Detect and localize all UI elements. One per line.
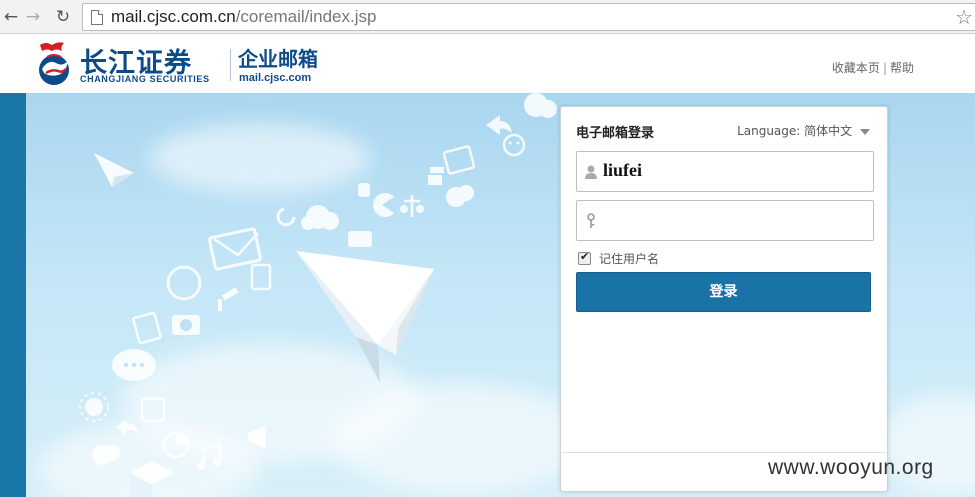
login-title: 电子邮箱登录 (576, 126, 655, 141)
watermark: www.wooyun.org (768, 456, 934, 479)
magnet-icon (276, 207, 296, 227)
changjiang-logo-icon (39, 42, 69, 85)
envelope-icon (208, 227, 262, 271)
remember-username[interactable]: 记住用户名 (578, 250, 659, 267)
star-icon[interactable]: ☆ (955, 5, 973, 29)
language-value: 简体中文 (804, 124, 853, 138)
pacman-icon (373, 193, 394, 217)
browser-address-bar: ← → ↻ mail.cjsc.com.cn/coremail/index.js… (0, 0, 975, 34)
username-value: liufei (603, 160, 642, 180)
username-field[interactable]: liufei (576, 151, 874, 192)
cube-icon (130, 461, 174, 497)
pie-chart-icon (162, 431, 190, 459)
login-button[interactable]: 登录 (576, 272, 871, 312)
speech-bubble-icon (112, 349, 156, 381)
url-input[interactable]: mail.cjsc.com.cn/coremail/index.jsp ☆ (82, 3, 975, 31)
large-paper-plane-icon (296, 251, 434, 383)
left-accent-bar (0, 93, 26, 497)
android-icon (358, 183, 370, 197)
forward-arrow-icon[interactable]: → (22, 6, 44, 28)
document-icon (132, 311, 162, 345)
panel-divider (561, 452, 887, 453)
site-header: 长江证券 CHANGJIANG SECURITIES 企业邮箱 mail.cjs… (0, 35, 975, 93)
megaphone-icon (248, 425, 266, 449)
url-path: /coremail/index.jsp (235, 7, 377, 26)
chevron-down-icon (860, 128, 870, 135)
cloud-rain-icon (92, 445, 120, 465)
arrow-icon (486, 115, 512, 135)
header-links: 收藏本页 | 帮助 (832, 59, 914, 76)
sphere-icon (166, 265, 202, 301)
sun-icon (79, 392, 109, 422)
gavel-icon (218, 287, 239, 311)
product-domain: mail.cjsc.com (239, 72, 312, 84)
language-selector[interactable]: Language: 简体中文 (737, 122, 870, 139)
user-icon (585, 165, 597, 179)
url-host: mail.cjsc.com.cn (111, 7, 236, 26)
key-icon (587, 213, 595, 228)
reply-arrow-icon (116, 419, 138, 435)
login-panel: 电子邮箱登录 Language: 简体中文 liufei 记住用户名 登录 (560, 106, 888, 492)
chat-bubble-icon (348, 231, 372, 247)
camera-icon (172, 315, 200, 335)
back-arrow-icon[interactable]: ← (0, 6, 22, 28)
page-icon (91, 10, 103, 25)
remember-checkbox[interactable] (578, 250, 591, 265)
calculator-icon (140, 397, 166, 423)
help-link[interactable]: 帮助 (890, 61, 914, 75)
link-separator: | (882, 61, 887, 75)
cloud-lightning-icon (446, 185, 474, 207)
brand-name-en: CHANGJIANG SECURITIES (80, 74, 210, 84)
password-field[interactable] (576, 200, 874, 241)
cloud-upload-icon (524, 93, 557, 118)
scale-icon (400, 195, 424, 217)
clipboard-icon (250, 263, 272, 291)
photo-icon (442, 145, 476, 175)
language-label: Language: (737, 124, 801, 138)
paper-plane-illustration (79, 93, 557, 497)
bookmark-page-link[interactable]: 收藏本页 (832, 61, 880, 75)
smiley-icon (502, 133, 526, 157)
cloud-download-icon (301, 205, 339, 230)
product-name: 企业邮箱 (238, 47, 318, 71)
brand-divider (230, 49, 231, 81)
books-icon (428, 167, 444, 185)
remember-label: 记住用户名 (599, 252, 660, 266)
reload-icon[interactable]: ↻ (52, 6, 74, 28)
small-paper-plane-icon (94, 153, 134, 187)
music-note-icon (197, 443, 222, 470)
url-text: mail.cjsc.com.cn/coremail/index.jsp (111, 7, 376, 27)
